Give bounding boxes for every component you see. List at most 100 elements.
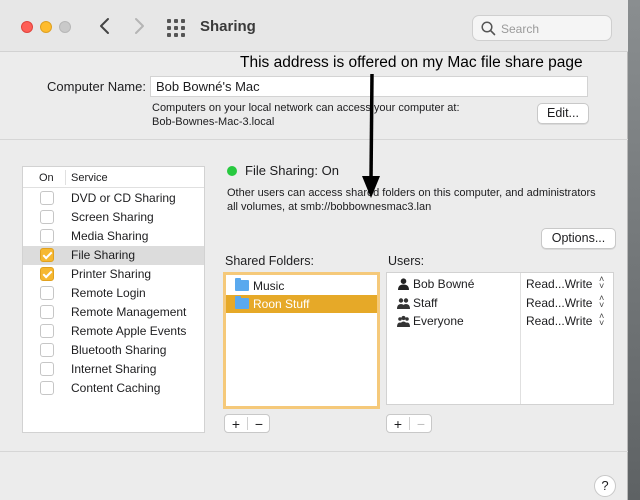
updown-chevron-icon[interactable]: ˄ ˅	[599, 293, 604, 309]
service-label: Bluetooth Sharing	[71, 343, 167, 357]
service-checkbox[interactable]	[40, 210, 54, 224]
permission-popup[interactable]: Read...Write	[526, 296, 592, 310]
computer-address-info: Computers on your local network can acce…	[152, 101, 460, 129]
back-button[interactable]	[92, 12, 118, 40]
file-sharing-status: File Sharing: On	[245, 163, 339, 178]
users-list: Bob Bowné Read...Write ˄ ˅ Staff Read...Write…	[386, 272, 614, 405]
sharing-window: Sharing Search This address is offered o…	[0, 0, 628, 500]
service-row[interactable]: Bluetooth Sharing	[23, 341, 204, 360]
title-bar: Sharing Search	[0, 0, 628, 52]
user-name: Everyone	[413, 314, 464, 328]
shared-folder-row[interactable]: Music	[226, 277, 377, 295]
zoom-window-button[interactable]	[59, 21, 71, 33]
service-row[interactable]: File Sharing	[23, 246, 204, 265]
search-icon	[481, 21, 496, 36]
service-checkbox[interactable]	[40, 286, 54, 300]
service-row[interactable]: Remote Login	[23, 284, 204, 303]
service-row[interactable]: Printer Sharing	[23, 265, 204, 284]
service-checkbox[interactable]	[40, 191, 54, 205]
add-user-button[interactable]: +	[387, 416, 409, 432]
service-checkbox[interactable]	[40, 343, 54, 357]
service-checkbox[interactable]	[40, 381, 54, 395]
remove-folder-button[interactable]: −	[248, 416, 270, 432]
description-line2: all volumes, at smb://bobbownesmac3.lan	[227, 201, 432, 213]
close-window-button[interactable]	[21, 21, 33, 33]
permission-popup[interactable]: Read...Write	[526, 314, 592, 328]
service-row[interactable]: Remote Apple Events	[23, 322, 204, 341]
service-label: File Sharing	[71, 248, 136, 262]
service-row[interactable]: Remote Management	[23, 303, 204, 322]
service-checkbox[interactable]	[40, 267, 54, 281]
services-list: On Service DVD or CD Sharing Screen Shari…	[22, 166, 205, 433]
service-checkbox[interactable]	[40, 362, 54, 376]
computer-name-field[interactable]: Bob Bowné's Mac	[150, 76, 588, 97]
bottom-divider	[0, 451, 628, 452]
file-sharing-description: Other users can access shared folders on…	[227, 186, 617, 214]
service-row[interactable]: DVD or CD Sharing	[23, 189, 204, 208]
service-label: DVD or CD Sharing	[71, 191, 176, 205]
window-title: Sharing	[200, 18, 256, 35]
users-add-remove: + −	[386, 414, 432, 433]
options-button[interactable]: Options...	[541, 228, 616, 249]
section-divider	[0, 139, 628, 140]
description-line1: Other users can access shared folders on…	[227, 187, 596, 199]
updown-chevron-icon[interactable]: ˄ ˅	[599, 312, 604, 328]
column-header-on[interactable]: On	[39, 172, 54, 184]
permission-popup[interactable]: Read...Write	[526, 277, 592, 291]
minimize-window-button[interactable]	[40, 21, 52, 33]
edit-button[interactable]: Edit...	[537, 103, 589, 124]
column-separator	[65, 170, 66, 185]
users-label: Users:	[388, 254, 425, 268]
forward-button[interactable]	[126, 12, 152, 40]
service-label: Printer Sharing	[71, 267, 152, 281]
everyone-icon	[397, 315, 410, 327]
service-row[interactable]: Content Caching	[23, 379, 204, 398]
computer-address-line1: Computers on your local network can acce…	[152, 102, 460, 114]
add-folder-button[interactable]: +	[225, 416, 247, 432]
service-label: Screen Sharing	[71, 210, 154, 224]
service-checkbox[interactable]	[40, 229, 54, 243]
single-user-icon	[398, 278, 409, 290]
shared-folder-label: Roon Stuff	[253, 297, 310, 311]
service-row[interactable]: Internet Sharing	[23, 360, 204, 379]
shared-folder-row[interactable]: Roon Stuff	[226, 295, 377, 313]
user-row[interactable]: Everyone Read...Write ˄ ˅	[387, 312, 613, 330]
services-header: On Service	[23, 167, 204, 188]
user-name: Bob Bowné	[413, 277, 475, 291]
chevron-left-icon	[100, 18, 109, 34]
folder-icon	[235, 296, 249, 309]
service-checkbox[interactable]	[40, 248, 54, 262]
search-field[interactable]: Search	[472, 15, 612, 41]
group-icon	[397, 297, 410, 309]
user-name: Staff	[413, 295, 438, 310]
service-label: Remote Management	[71, 305, 187, 319]
shared-folders-add-remove: + −	[224, 414, 270, 433]
user-row[interactable]: Bob Bowné Read...Write ˄ ˅	[387, 275, 613, 293]
shared-folders-label: Shared Folders:	[225, 254, 314, 268]
service-label: Internet Sharing	[71, 362, 157, 376]
service-row[interactable]: Screen Sharing	[23, 208, 204, 227]
desktop-background	[628, 0, 640, 500]
user-row[interactable]: Staff Read...Write ˄ ˅	[387, 293, 613, 312]
chevron-right-icon	[135, 18, 144, 34]
show-all-grid-icon[interactable]	[167, 19, 185, 37]
service-row[interactable]: Media Sharing	[23, 227, 204, 246]
service-label: Remote Apple Events	[71, 324, 187, 338]
service-checkbox[interactable]	[40, 305, 54, 319]
service-label: Content Caching	[71, 381, 161, 395]
help-button[interactable]: ?	[594, 475, 616, 497]
shared-folder-label: Music	[253, 279, 285, 293]
updown-chevron-icon[interactable]: ˄ ˅	[599, 275, 604, 291]
status-indicator-dot	[227, 166, 237, 176]
remove-user-button[interactable]: −	[410, 416, 432, 432]
service-label: Media Sharing	[71, 229, 149, 243]
computer-name-label: Computer Name:	[47, 79, 146, 94]
shared-folders-list: Music Roon Stuff	[223, 272, 380, 409]
annotation-text: This address is offered on my Mac file s…	[240, 54, 583, 71]
service-label: Remote Login	[71, 286, 146, 300]
search-placeholder: Search	[501, 22, 540, 36]
service-checkbox[interactable]	[40, 324, 54, 338]
folder-icon	[235, 278, 249, 291]
column-header-service[interactable]: Service	[71, 172, 108, 184]
computer-address-line2: Bob-Bownes-Mac-3.local	[152, 116, 275, 128]
